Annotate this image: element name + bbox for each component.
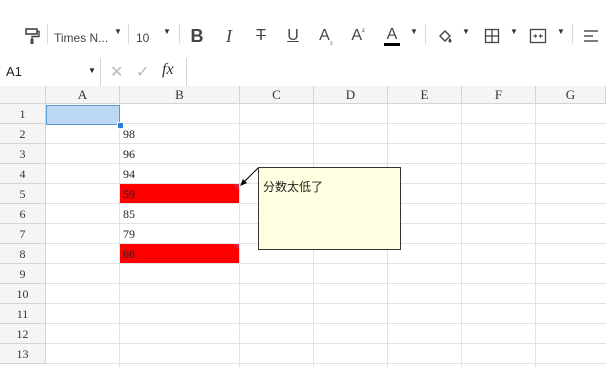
cell-note[interactable]: 分数太低了 xyxy=(258,167,401,250)
